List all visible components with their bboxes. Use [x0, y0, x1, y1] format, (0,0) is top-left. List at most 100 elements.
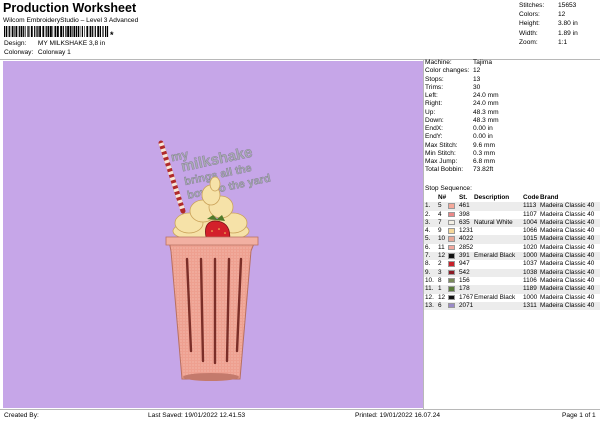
machine-row: Trims: 30 — [425, 84, 595, 93]
thread-brand: Madeira Classic 40 — [540, 285, 595, 293]
barcode-bar — [89, 26, 92, 37]
header-st: St. — [459, 194, 468, 201]
stop-number: 13. — [425, 301, 434, 309]
info-value: 0.3 mm — [473, 149, 495, 157]
thread-brand: Madeira Classic 40 — [540, 202, 595, 210]
color-swatch — [448, 302, 455, 309]
thread-brand: Madeira Classic 40 — [540, 301, 595, 309]
thread-brand: Madeira Classic 40 — [540, 293, 595, 301]
barcode-bar — [7, 26, 9, 37]
table-row: 1. 5 461 1113 Madeira Classic 40 — [424, 202, 600, 211]
info-value: 48.3 mm — [473, 116, 499, 124]
color-swatch — [448, 203, 455, 209]
design-value: MY MILKSHAKE 3,8 in — [37, 40, 106, 47]
thread-code: 1004 — [523, 218, 538, 226]
barcode-bar — [39, 26, 41, 37]
machine-row: Stops: 13 — [425, 75, 595, 85]
thread-description: Emerald Black — [474, 293, 516, 301]
stitch-count: 635 — [459, 218, 470, 226]
stop-number: 12. — [425, 293, 434, 301]
barcode-bar — [54, 26, 57, 37]
barcode-bar — [11, 26, 14, 37]
stop-number: 4. — [425, 227, 431, 235]
barcode-bar — [86, 26, 89, 37]
design-label: Design: — [4, 40, 27, 47]
stitch-count: 4022 — [459, 235, 474, 243]
machine-row: Left: 24.0 mm — [425, 92, 595, 101]
header-n: N# — [438, 194, 447, 201]
needle-number: 1 — [438, 285, 442, 293]
color-swatch — [448, 219, 455, 226]
table-row: 12. 12 1767 Emerald Black 1000 Madeira Classi… — [424, 294, 600, 302]
info-value: 13 — [473, 75, 481, 83]
info-key: Max Jump: — [425, 158, 458, 165]
stop-number: 10. — [425, 276, 434, 284]
barcode-bar — [65, 26, 67, 37]
info-key: Right: — [425, 100, 443, 108]
info-key: Max Stitch: — [425, 141, 458, 149]
stop-sequence-table: N# St. Description Code Brand 1. 5 461 1113… — [424, 194, 600, 311]
stop-number: 5. — [425, 235, 431, 243]
barcode-bar — [23, 26, 25, 37]
color-swatch — [448, 294, 455, 301]
summary-key: Width: — [519, 29, 538, 37]
table-row: 8. 2 947 1037 Madeira Classic 40 — [424, 260, 600, 268]
milkshake-illustration: my milkshake brings all the boys to the … — [158, 140, 272, 381]
thread-brand: Madeira Classic 40 — [540, 276, 595, 284]
thread-brand: Madeira Classic 40 — [540, 235, 595, 243]
created-by: Created By: — [4, 412, 39, 419]
barcode-bar — [28, 26, 30, 37]
needle-number: 12 — [438, 252, 446, 260]
summary-key: Colors: — [519, 11, 540, 19]
software-subtitle: Wilcom EmbroideryStudio – Level 3 Advanc… — [3, 17, 139, 24]
barcode-bar — [76, 26, 78, 37]
barcode-bar — [84, 26, 85, 37]
thread-code: 1015 — [523, 235, 538, 243]
barcode-bar — [99, 26, 101, 37]
barcode-bar — [67, 26, 69, 37]
header-code: Code — [523, 194, 539, 201]
thread-brand: Madeira Classic 40 — [540, 218, 595, 226]
thread-brand: Madeira Classic 40 — [540, 268, 595, 276]
summary-value: 3.80 in — [558, 20, 578, 28]
stitch-count: 156 — [459, 276, 470, 284]
table-row: 2. 4 398 1107 Madeira Classic 40 — [424, 211, 600, 219]
summary-key: Zoom: — [519, 38, 538, 46]
info-key: Machine: — [425, 59, 452, 66]
thread-code: 1311 — [523, 301, 537, 309]
stitch-count: 391 — [459, 252, 470, 260]
stitch-count: 461 — [459, 202, 470, 210]
needle-number: 7 — [438, 218, 442, 226]
color-swatch — [448, 253, 455, 259]
info-value: 6.8 mm — [473, 158, 495, 165]
info-key: Total Bobbin: — [425, 166, 464, 174]
colorway-label: Colorway: — [4, 49, 34, 56]
barcode-bar — [4, 26, 6, 37]
barcode-bar — [20, 26, 23, 37]
needle-number: 4 — [438, 210, 442, 218]
stitch-count: 1231 — [459, 227, 474, 235]
needle-number: 3 — [438, 268, 442, 276]
printed-date: Printed: 19/01/2022 16.07.24 — [355, 412, 441, 419]
barcode-text: * — [110, 30, 114, 39]
design-preview[interactable]: my milkshake brings all the boys to the … — [3, 61, 423, 408]
design-lettering: my milkshake brings all the boys to the … — [169, 143, 272, 202]
thread-brand: Madeira Classic 40 — [540, 260, 595, 268]
summary-value: 1:1 — [558, 38, 568, 46]
color-swatch — [448, 269, 455, 276]
divider — [0, 409, 600, 410]
info-value: 12 — [473, 67, 481, 75]
info-value: 73.82ft — [473, 166, 494, 174]
info-key: Down: — [425, 116, 444, 124]
info-key: Stops: — [425, 75, 444, 83]
barcode-bar — [60, 26, 62, 37]
barcode-bar — [81, 26, 83, 37]
barcode-bar — [14, 26, 15, 37]
barcode: * — [4, 26, 114, 39]
summary-row: Zoom: 1:1 — [519, 38, 599, 49]
stitch-count: 542 — [459, 268, 470, 276]
stop-number: 11. — [425, 285, 434, 293]
info-value: 0.00 in — [473, 125, 493, 132]
stop-number: 6. — [425, 243, 431, 251]
stitch-count: 178 — [459, 285, 470, 293]
